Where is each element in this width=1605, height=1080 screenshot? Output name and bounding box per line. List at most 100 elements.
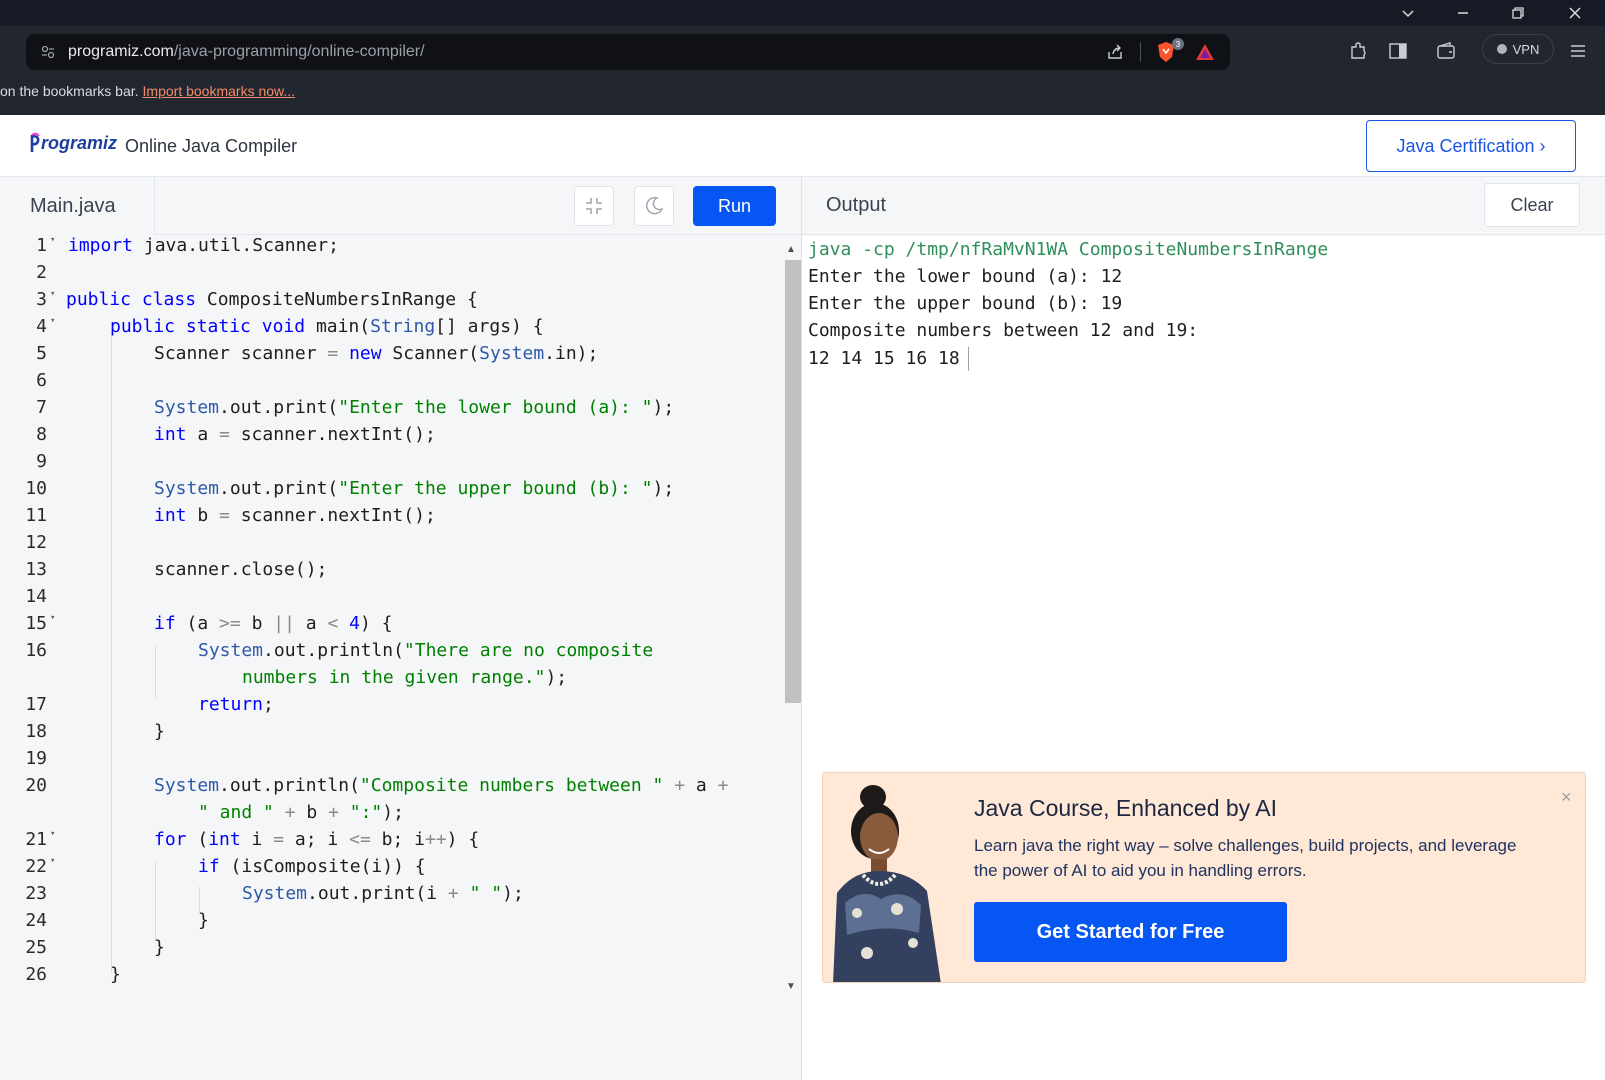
line-number: 8 xyxy=(36,424,47,445)
line-number: 18 xyxy=(25,721,47,742)
code-line: 12 xyxy=(0,532,780,559)
line-number: 17 xyxy=(25,694,47,715)
fold-arrow-icon[interactable]: ▾ xyxy=(50,316,55,326)
code-line: 9 xyxy=(0,451,780,478)
line-number: 24 xyxy=(25,910,47,931)
restore-icon[interactable] xyxy=(1495,0,1541,26)
code-line: numbers in the given range."); xyxy=(0,667,780,694)
theme-toggle-button[interactable] xyxy=(634,186,674,226)
fold-arrow-icon[interactable]: ▾ xyxy=(50,235,55,245)
brave-rewards-icon[interactable] xyxy=(1194,41,1216,63)
site-settings-icon[interactable] xyxy=(40,44,56,60)
code-text: for (int i = a; i <= b; i++) { xyxy=(154,829,480,850)
file-tab-main-java[interactable]: Main.java xyxy=(0,177,155,235)
code-line: 20 System.out.println("Composite numbers … xyxy=(0,775,780,802)
code-line: 6 xyxy=(0,370,780,397)
fold-arrow-icon[interactable]: ▾ xyxy=(50,856,55,866)
vpn-button[interactable]: VPN xyxy=(1482,34,1554,64)
code-editor[interactable]: 1 ▾ import java.util.Scanner; 2 3 ▾ public c… xyxy=(0,235,780,995)
code-line: 7 System.out.print("Enter the lower bound… xyxy=(0,397,780,424)
code-text: return; xyxy=(198,694,274,715)
get-started-button[interactable]: Get Started for Free xyxy=(974,902,1287,962)
code-line: 22 ▾ if (isComposite(i)) { xyxy=(0,856,780,883)
line-number: 11 xyxy=(25,505,47,526)
code-text: System.out.print("Enter the lower bound … xyxy=(154,397,675,418)
code-text: public class CompositeNumbersInRange { xyxy=(66,289,478,310)
output-line: Enter the lower bound (a): 12 xyxy=(808,266,1123,287)
vpn-label: VPN xyxy=(1512,41,1540,57)
ad-banner[interactable]: Java Course, Enhanced by AI Learn java t… xyxy=(822,772,1586,983)
browser-toolbar: programiz.com/java-programming/online-co… xyxy=(0,26,1605,78)
minimize-icon[interactable] xyxy=(1440,0,1486,26)
java-certification-button[interactable]: Java Certification › xyxy=(1366,120,1576,172)
collapse-icon xyxy=(586,198,602,214)
share-icon[interactable] xyxy=(1106,43,1124,61)
address-bar[interactable]: programiz.com/java-programming/online-co… xyxy=(26,34,1230,70)
editor-scrollbar[interactable]: ▲ ▼ xyxy=(783,244,801,996)
line-number: 23 xyxy=(25,883,47,904)
line-number: 7 xyxy=(36,397,47,418)
line-number: 10 xyxy=(25,478,47,499)
close-window-icon[interactable] xyxy=(1552,0,1598,26)
code-text: } xyxy=(154,937,165,958)
fold-arrow-icon[interactable]: ▾ xyxy=(50,613,55,623)
code-line: 26} xyxy=(0,964,780,991)
code-line: 17 return; xyxy=(0,694,780,721)
code-text: public static void main(String[] args) { xyxy=(110,316,544,337)
code-line: 5 Scanner scanner = new Scanner(System.in… xyxy=(0,343,780,370)
import-bookmarks-link[interactable]: Import bookmarks now... xyxy=(143,83,296,99)
editor-header: Main.java Run xyxy=(0,177,801,235)
line-number: 21 xyxy=(25,829,47,850)
url-path: /java-programming/online-compiler/ xyxy=(173,43,425,60)
code-text: Scanner scanner = new Scanner(System.in)… xyxy=(154,343,599,364)
sidebar-icon[interactable] xyxy=(1388,41,1408,61)
extensions-icon[interactable] xyxy=(1348,41,1368,61)
shield-count-badge: 3 xyxy=(1172,38,1184,50)
line-number: 12 xyxy=(25,532,47,553)
clear-button[interactable]: Clear xyxy=(1484,183,1580,227)
line-number: 20 xyxy=(25,775,47,796)
code-line: 24} xyxy=(0,910,780,937)
close-ad-icon[interactable]: × xyxy=(1561,787,1572,808)
code-line: 19 xyxy=(0,748,780,775)
ad-description: Learn java the right way – solve challen… xyxy=(974,836,1517,880)
scroll-up-icon[interactable]: ▲ xyxy=(786,244,796,255)
code-line: 15 ▾ if (a >= b || a < 4) { xyxy=(0,613,780,640)
url-host: programiz.com xyxy=(68,43,174,60)
browser-titlebar xyxy=(0,0,1605,26)
output-console[interactable]: java -cp /tmp/nfRaMvN1WA CompositeNumber… xyxy=(802,236,1605,776)
code-line: 8 int a = scanner.nextInt(); xyxy=(0,424,780,451)
code-line: 14 xyxy=(0,586,780,613)
code-text: scanner.close(); xyxy=(154,559,328,580)
line-number: 3 xyxy=(36,289,47,310)
logo-text: rogramiz xyxy=(41,132,118,153)
site-header: rogramiz Online Java Compiler Java Certi… xyxy=(0,115,1605,177)
code-text: numbers in the given range."); xyxy=(242,667,568,688)
code-text: System.out.println("Composite numbers be… xyxy=(154,775,729,796)
run-button[interactable]: Run xyxy=(693,186,776,226)
line-number: 14 xyxy=(25,586,47,607)
fold-arrow-icon[interactable]: ▾ xyxy=(50,829,55,839)
code-line: 1 ▾ import java.util.Scanner; xyxy=(0,235,780,262)
toolbar-separator xyxy=(1140,42,1141,62)
programiz-logo[interactable]: rogramiz xyxy=(30,132,117,154)
input-caret xyxy=(967,347,969,371)
code-line: 18} xyxy=(0,721,780,748)
output-header: Output Clear xyxy=(802,177,1605,235)
line-number: 25 xyxy=(25,937,47,958)
wallet-icon[interactable] xyxy=(1436,41,1456,61)
code-line: 25} xyxy=(0,937,780,964)
scrollbar-thumb[interactable] xyxy=(785,260,801,703)
fullscreen-button[interactable] xyxy=(574,186,614,226)
code-line: 23 System.out.print(i + " "); xyxy=(0,883,780,910)
code-line: 3 ▾ public class CompositeNumbersInRange { xyxy=(0,289,780,316)
scroll-down-icon[interactable]: ▼ xyxy=(786,981,796,992)
code-text: } xyxy=(154,721,165,742)
bookmarks-message: on the bookmarks bar. Import bookmarks no… xyxy=(0,83,295,99)
ad-title: Java Course, Enhanced by AI xyxy=(974,795,1278,821)
tab-list-chevron-icon[interactable] xyxy=(1385,0,1431,26)
moon-icon xyxy=(646,196,664,215)
menu-icon[interactable] xyxy=(1568,41,1588,61)
code-line: 16 System.out.println("There are no compo… xyxy=(0,640,780,667)
fold-arrow-icon[interactable]: ▾ xyxy=(50,289,55,299)
